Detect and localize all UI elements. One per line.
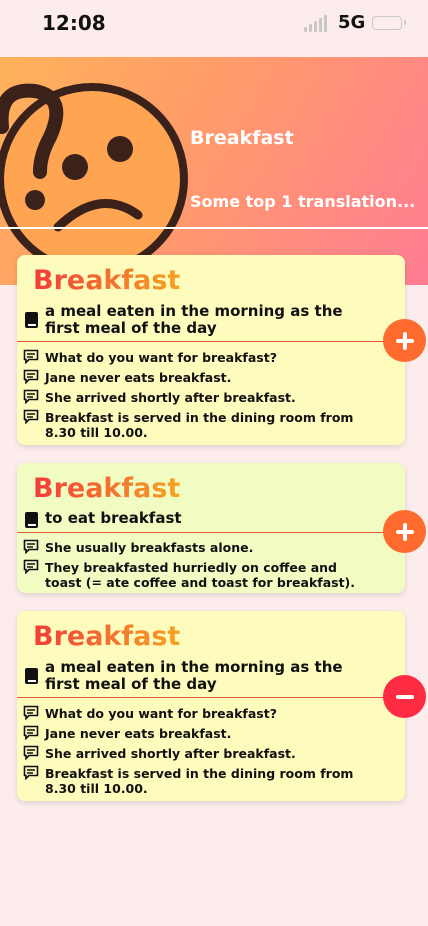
signal-icon	[304, 14, 332, 32]
book-icon	[25, 668, 38, 684]
book-icon	[25, 512, 38, 528]
hero-divider	[0, 227, 428, 229]
word-title: Breakfast	[33, 621, 181, 652]
book-icon	[25, 312, 38, 328]
add-button[interactable]	[383, 510, 426, 553]
example-text: They breakfasted hurriedly on coffee and…	[45, 560, 356, 590]
divider	[17, 697, 403, 698]
hero-subtitle: Some top 1 translation...	[190, 192, 416, 211]
battery-icon	[372, 16, 406, 30]
status-bar: 12:08 5G	[0, 0, 428, 50]
example-text: Breakfast is served in the dining room f…	[45, 410, 354, 440]
divider	[17, 532, 403, 533]
network-label: 5G	[338, 12, 366, 33]
divider	[17, 341, 403, 342]
word-title: Breakfast	[33, 265, 181, 296]
comment-icon	[23, 389, 39, 404]
hero-title: Breakfast	[190, 127, 294, 149]
example-text: What do you want for breakfast?	[45, 706, 277, 721]
definition-card: Breakfast to eat breakfast She usually b…	[17, 463, 405, 593]
comment-icon	[23, 745, 39, 760]
hero-banner: Breakfast Some top 1 translation...	[0, 57, 428, 285]
status-time: 12:08	[42, 11, 106, 35]
comment-icon	[23, 349, 39, 364]
example-text: What do you want for breakfast?	[45, 350, 277, 365]
example-text: She arrived shortly after breakfast.	[45, 746, 296, 761]
definition-card: Breakfast a meal eaten in the morning as…	[17, 255, 405, 445]
comment-icon	[23, 705, 39, 720]
definition-text: a meal eaten in the morning as the first…	[45, 658, 343, 693]
comment-icon	[23, 725, 39, 740]
definition-text: a meal eaten in the morning as the first…	[45, 302, 343, 337]
comment-icon	[23, 559, 39, 574]
remove-button[interactable]	[383, 675, 426, 718]
definition-card: Breakfast a meal eaten in the morning as…	[17, 611, 405, 801]
comment-icon	[23, 409, 39, 424]
confused-face-icon	[0, 83, 188, 275]
word-title: Breakfast	[33, 473, 181, 504]
comment-icon	[23, 369, 39, 384]
add-button[interactable]	[383, 319, 426, 362]
comment-icon	[23, 539, 39, 554]
example-text: Breakfast is served in the dining room f…	[45, 766, 354, 796]
example-text: She usually breakfasts alone.	[45, 540, 254, 555]
comment-icon	[23, 765, 39, 780]
example-text: She arrived shortly after breakfast.	[45, 390, 296, 405]
definition-text: to eat breakfast	[45, 509, 182, 527]
example-text: Jane never eats breakfast.	[45, 726, 232, 741]
example-text: Jane never eats breakfast.	[45, 370, 232, 385]
